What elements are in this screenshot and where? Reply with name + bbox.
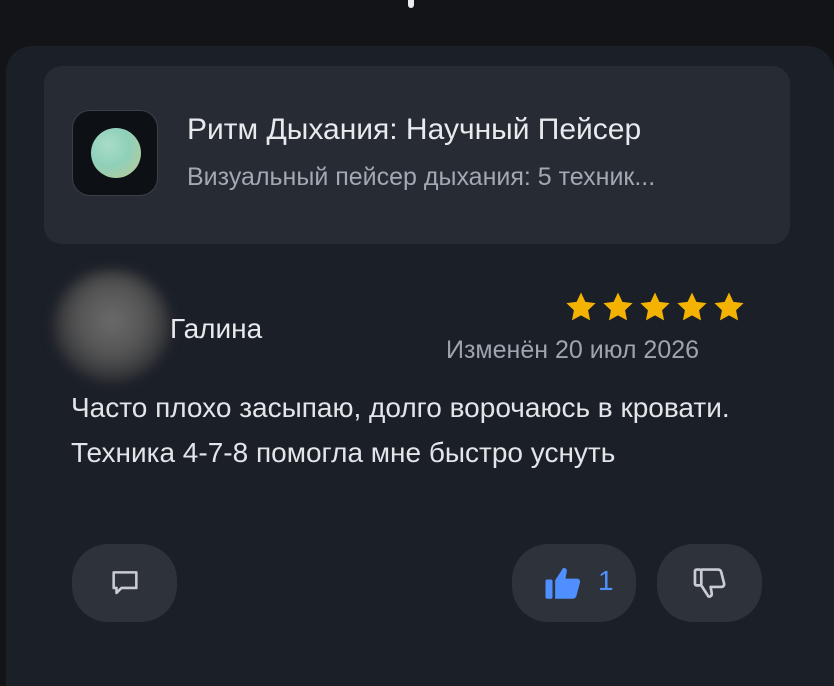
like-count: 1 <box>598 565 614 596</box>
avatar <box>54 270 170 382</box>
like-button[interactable]: 1 <box>512 544 636 622</box>
star-icon <box>566 292 596 321</box>
app-tile[interactable]: Ритм Дыхания: Научный Пейсер Визуальный … <box>44 66 790 244</box>
app-name: Ритм Дыхания: Научный Пейсер <box>187 113 642 146</box>
dislike-button[interactable] <box>657 544 762 622</box>
top-indicator <box>408 0 414 8</box>
star-icon <box>640 292 670 321</box>
app-subtitle: Визуальный пейсер дыхания: 5 техник... <box>187 163 656 191</box>
star-icon <box>603 292 633 321</box>
app-icon <box>72 110 158 196</box>
breathing-orb-icon <box>91 128 141 178</box>
review-text: Часто плохо засыпаю, долго ворочаюсь в к… <box>71 392 730 468</box>
review-date: Изменён 20 июл 2026 <box>446 336 700 364</box>
star-icon <box>714 292 744 321</box>
star-icon <box>677 292 707 321</box>
thumbs-down-icon <box>693 568 726 598</box>
thumbs-up-icon <box>545 568 581 599</box>
comment-icon <box>112 571 138 595</box>
reviewer-name: Галина <box>170 313 263 344</box>
rating-stars <box>564 290 746 324</box>
comment-button[interactable] <box>72 544 177 622</box>
